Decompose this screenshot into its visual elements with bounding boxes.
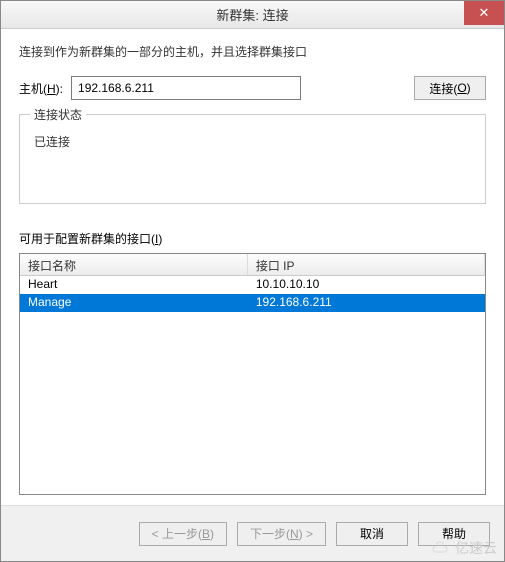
back-button[interactable]: < 上一步(B) <box>139 522 227 546</box>
cell-interface-name: Heart <box>20 276 248 294</box>
cell-interface-ip: 192.168.6.211 <box>248 294 485 312</box>
back-key: B <box>202 527 210 541</box>
close-icon: ✕ <box>479 5 490 21</box>
dialog-content: 连接到作为新群集的一部分的主机，并且选择群集接口 主机(H): 连接(O) 连接… <box>1 29 504 505</box>
back-suffix: ) <box>210 527 214 541</box>
host-label-key: H <box>47 82 56 96</box>
table-body: Heart10.10.10.10Manage192.168.6.211 <box>20 276 485 494</box>
column-header-ip[interactable]: 接口 IP <box>248 254 485 275</box>
close-button[interactable]: ✕ <box>464 1 504 25</box>
host-row: 主机(H): 连接(O) <box>19 76 486 100</box>
connect-btn-suffix: ) <box>467 81 471 95</box>
host-label-suffix: ): <box>56 82 63 96</box>
cancel-button[interactable]: 取消 <box>336 522 408 546</box>
dialog-footer: < 上一步(B) 下一步(N) > 取消 帮助 <box>1 505 504 561</box>
help-button[interactable]: 帮助 <box>418 522 490 546</box>
back-prefix: < 上一步( <box>152 525 202 542</box>
interfaces-table: 接口名称 接口 IP Heart10.10.10.10Manage192.168… <box>19 253 486 495</box>
next-key: N <box>290 527 299 541</box>
next-button[interactable]: 下一步(N) > <box>237 522 326 546</box>
cell-interface-name: Manage <box>20 294 248 312</box>
connection-status-box: 连接状态 已连接 <box>19 114 486 204</box>
next-prefix: 下一步( <box>250 525 290 542</box>
next-suffix: ) > <box>299 527 313 541</box>
table-row[interactable]: Manage192.168.6.211 <box>20 294 485 312</box>
titlebar: 新群集: 连接 ✕ <box>1 1 504 29</box>
interfaces-label: 可用于配置新群集的接口(I) <box>19 230 486 247</box>
connection-status-legend: 连接状态 <box>30 106 86 123</box>
interfaces-label-suffix: ) <box>158 232 162 246</box>
interfaces-label-prefix: 可用于配置新群集的接口( <box>19 232 155 246</box>
cell-interface-ip: 10.10.10.10 <box>248 276 485 294</box>
connect-btn-prefix: 连接( <box>429 80 457 97</box>
column-header-name[interactable]: 接口名称 <box>20 254 248 275</box>
window-title: 新群集: 连接 <box>216 5 288 24</box>
table-header: 接口名称 接口 IP <box>20 254 485 276</box>
connection-status-text: 已连接 <box>34 133 471 150</box>
instruction-text: 连接到作为新群集的一部分的主机，并且选择群集接口 <box>19 43 486 60</box>
host-input[interactable] <box>71 76 301 100</box>
host-label-prefix: 主机( <box>19 82 47 96</box>
connect-button[interactable]: 连接(O) <box>414 76 486 100</box>
host-label: 主机(H): <box>19 80 63 97</box>
connect-btn-key: O <box>457 81 466 95</box>
table-row[interactable]: Heart10.10.10.10 <box>20 276 485 294</box>
